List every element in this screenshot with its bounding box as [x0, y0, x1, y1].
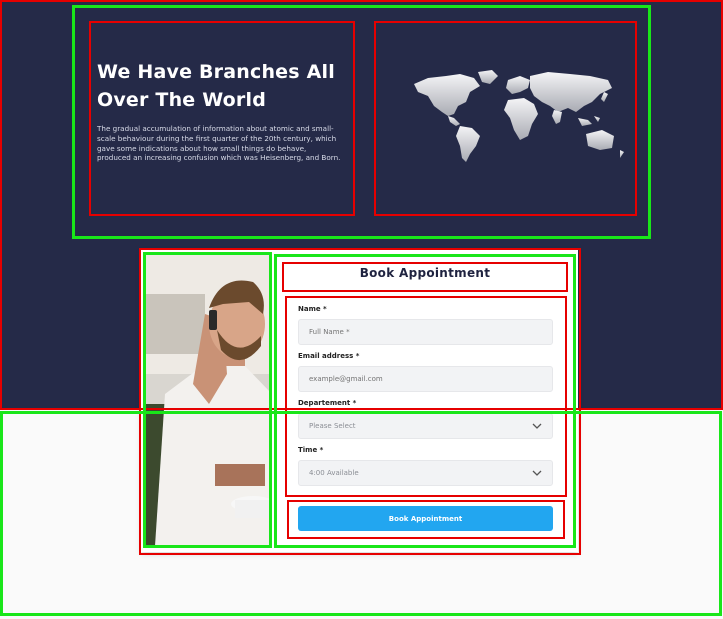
annotation-box — [374, 21, 637, 216]
annotation-box — [282, 262, 568, 292]
annotation-box — [89, 21, 355, 216]
annotation-box — [0, 411, 722, 616]
